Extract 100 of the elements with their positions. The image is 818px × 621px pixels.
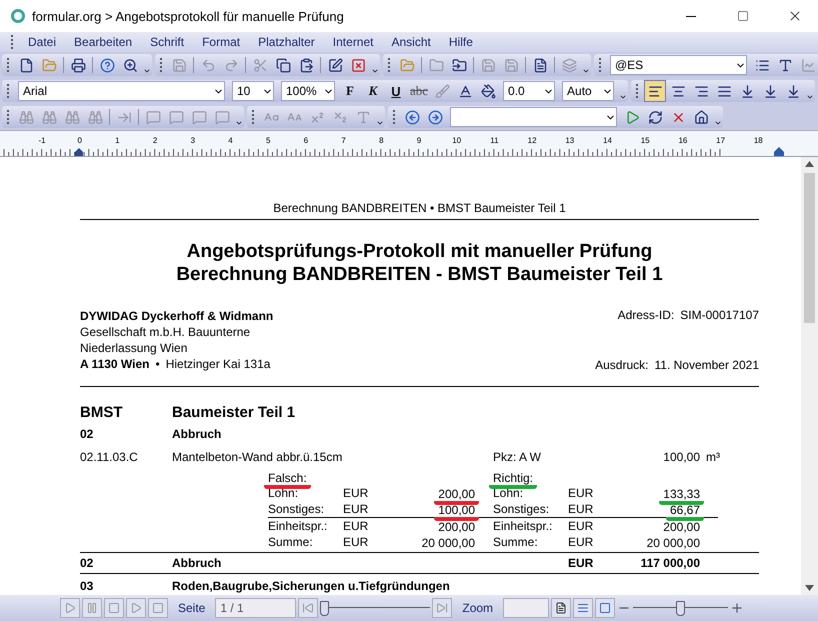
play-icon: [64, 602, 76, 614]
menu-item[interactable]: Format: [194, 33, 248, 51]
group-total: 117 000,00: [640, 555, 700, 572]
grip-handle[interactable]: [388, 58, 390, 72]
overflow-button[interactable]: [235, 119, 243, 127]
zoom-field[interactable]: [503, 598, 550, 618]
comparison-heading: Richtig:: [489, 470, 538, 488]
amount: 133,33: [659, 486, 704, 504]
binoculars-icon: [64, 110, 80, 124]
comment-icon: [168, 110, 184, 124]
slider-thumb[interactable]: [676, 601, 686, 616]
zoom-label: Zoom: [462, 601, 494, 615]
font-color-icon: [458, 84, 473, 98]
menu-item[interactable]: Datei: [20, 33, 64, 51]
page-width-button[interactable]: [573, 598, 594, 618]
magnifier-icon: [122, 58, 138, 72]
slider-thumb[interactable]: [320, 601, 330, 616]
page-slider[interactable]: [320, 599, 430, 617]
binoculars-icon: [42, 110, 56, 124]
app-logo-icon: [10, 8, 26, 24]
grip-handle[interactable]: [7, 58, 9, 72]
scroll-up-icon[interactable]: [805, 161, 814, 167]
dropdown-field[interactable]: 0.0: [503, 81, 556, 101]
dropdown-field[interactable]: 10: [232, 81, 274, 101]
full-page-button[interactable]: [551, 598, 572, 618]
overflow-button[interactable]: [806, 93, 814, 101]
currency: EUR: [343, 502, 370, 516]
amount-label: Summe:: [493, 535, 539, 549]
grip-handle[interactable]: [11, 35, 13, 49]
list-icon: [754, 58, 770, 72]
tab-stop-icon: [740, 84, 755, 98]
currency: EUR: [343, 519, 370, 533]
dropdown-field[interactable]: [450, 107, 617, 127]
amount: 20 000,00: [420, 536, 476, 552]
grip-handle[interactable]: [393, 110, 395, 124]
page-field[interactable]: 1 / 1: [215, 598, 296, 618]
scroll-down-icon[interactable]: [805, 585, 814, 591]
binoculars-icon: [88, 110, 102, 124]
amount-label: Summe:: [268, 535, 314, 549]
menu-item[interactable]: Schrift: [142, 33, 192, 51]
pkz-code: Pkz: A W: [493, 449, 542, 466]
overflow-button[interactable]: [582, 67, 590, 75]
ruler-number: 5: [266, 136, 270, 145]
align-left-button[interactable]: [644, 80, 666, 102]
section-title: Baumeister Teil 1: [172, 403, 296, 423]
ruler-number: 0: [77, 136, 82, 145]
refresh-icon: [648, 110, 662, 124]
scrollbar-thumb[interactable]: [804, 173, 815, 323]
grip-handle[interactable]: [252, 110, 254, 124]
company-line: Niederlassung Wien: [80, 340, 188, 356]
ruler-number: 1: [115, 136, 120, 145]
overflow-button[interactable]: [143, 67, 151, 75]
last-page-icon: [436, 602, 448, 614]
city: A 1130 Wien: [80, 356, 150, 372]
menu-item[interactable]: Hilfe: [440, 33, 481, 51]
menu-item[interactable]: Ansicht: [384, 33, 439, 51]
currency: EUR: [343, 486, 370, 500]
overflow-icon: [582, 67, 590, 75]
ruler-number: 9: [416, 136, 422, 145]
currency: EUR: [568, 502, 594, 516]
page-width-icon: [577, 602, 590, 614]
overflow-button[interactable]: [376, 119, 384, 127]
grip-handle[interactable]: [599, 58, 601, 72]
menu-item[interactable]: Bearbeiten: [66, 33, 140, 51]
overflow-button[interactable]: [371, 67, 379, 75]
amount-label: Einheitspr.:: [493, 519, 554, 533]
maximize-icon: [737, 10, 749, 22]
font-icon: [356, 110, 370, 124]
amount-label: Lohn:: [268, 486, 300, 500]
overflow-button[interactable]: [619, 93, 628, 101]
format-button[interactable]: F: [339, 80, 361, 102]
format-button[interactable]: K: [362, 80, 384, 102]
layers-icon: [562, 58, 576, 72]
ruler-number: 14: [603, 136, 612, 145]
format-button[interactable]: U: [385, 80, 407, 102]
grip-handle[interactable]: [7, 110, 9, 124]
overflow-button[interactable]: [714, 119, 722, 127]
zoom-slider[interactable]: [633, 599, 728, 617]
zoom-in-icon[interactable]: [730, 601, 744, 615]
group-title: Roden,Baugrube,Sicherungen u.Tiefgründungen: [172, 578, 451, 595]
dropdown-field[interactable]: Auto: [562, 81, 614, 101]
menu-item[interactable]: Platzhalter: [250, 33, 323, 51]
single-page-button[interactable]: [595, 598, 616, 618]
group-title: Abbruch: [172, 555, 222, 572]
grip-handle[interactable]: [636, 84, 638, 98]
amount: 200,00: [437, 520, 476, 536]
forward-icon: [428, 110, 442, 124]
save-icon: [172, 58, 186, 72]
dropdown-field[interactable]: @ES: [610, 55, 747, 75]
vertical-scrollbar[interactable]: [801, 157, 818, 595]
dropdown-field[interactable]: Arial: [18, 81, 225, 101]
format-button[interactable]: abc: [408, 80, 430, 102]
goto-icon: [116, 110, 132, 124]
subscript-icon: [332, 110, 348, 124]
superscript-icon: [310, 110, 324, 124]
grip-handle[interactable]: [160, 58, 162, 72]
open-folder-icon: [42, 58, 56, 72]
dropdown-field[interactable]: 100%: [281, 81, 335, 101]
menu-item[interactable]: Internet: [324, 33, 382, 51]
grip-handle[interactable]: [7, 84, 9, 98]
